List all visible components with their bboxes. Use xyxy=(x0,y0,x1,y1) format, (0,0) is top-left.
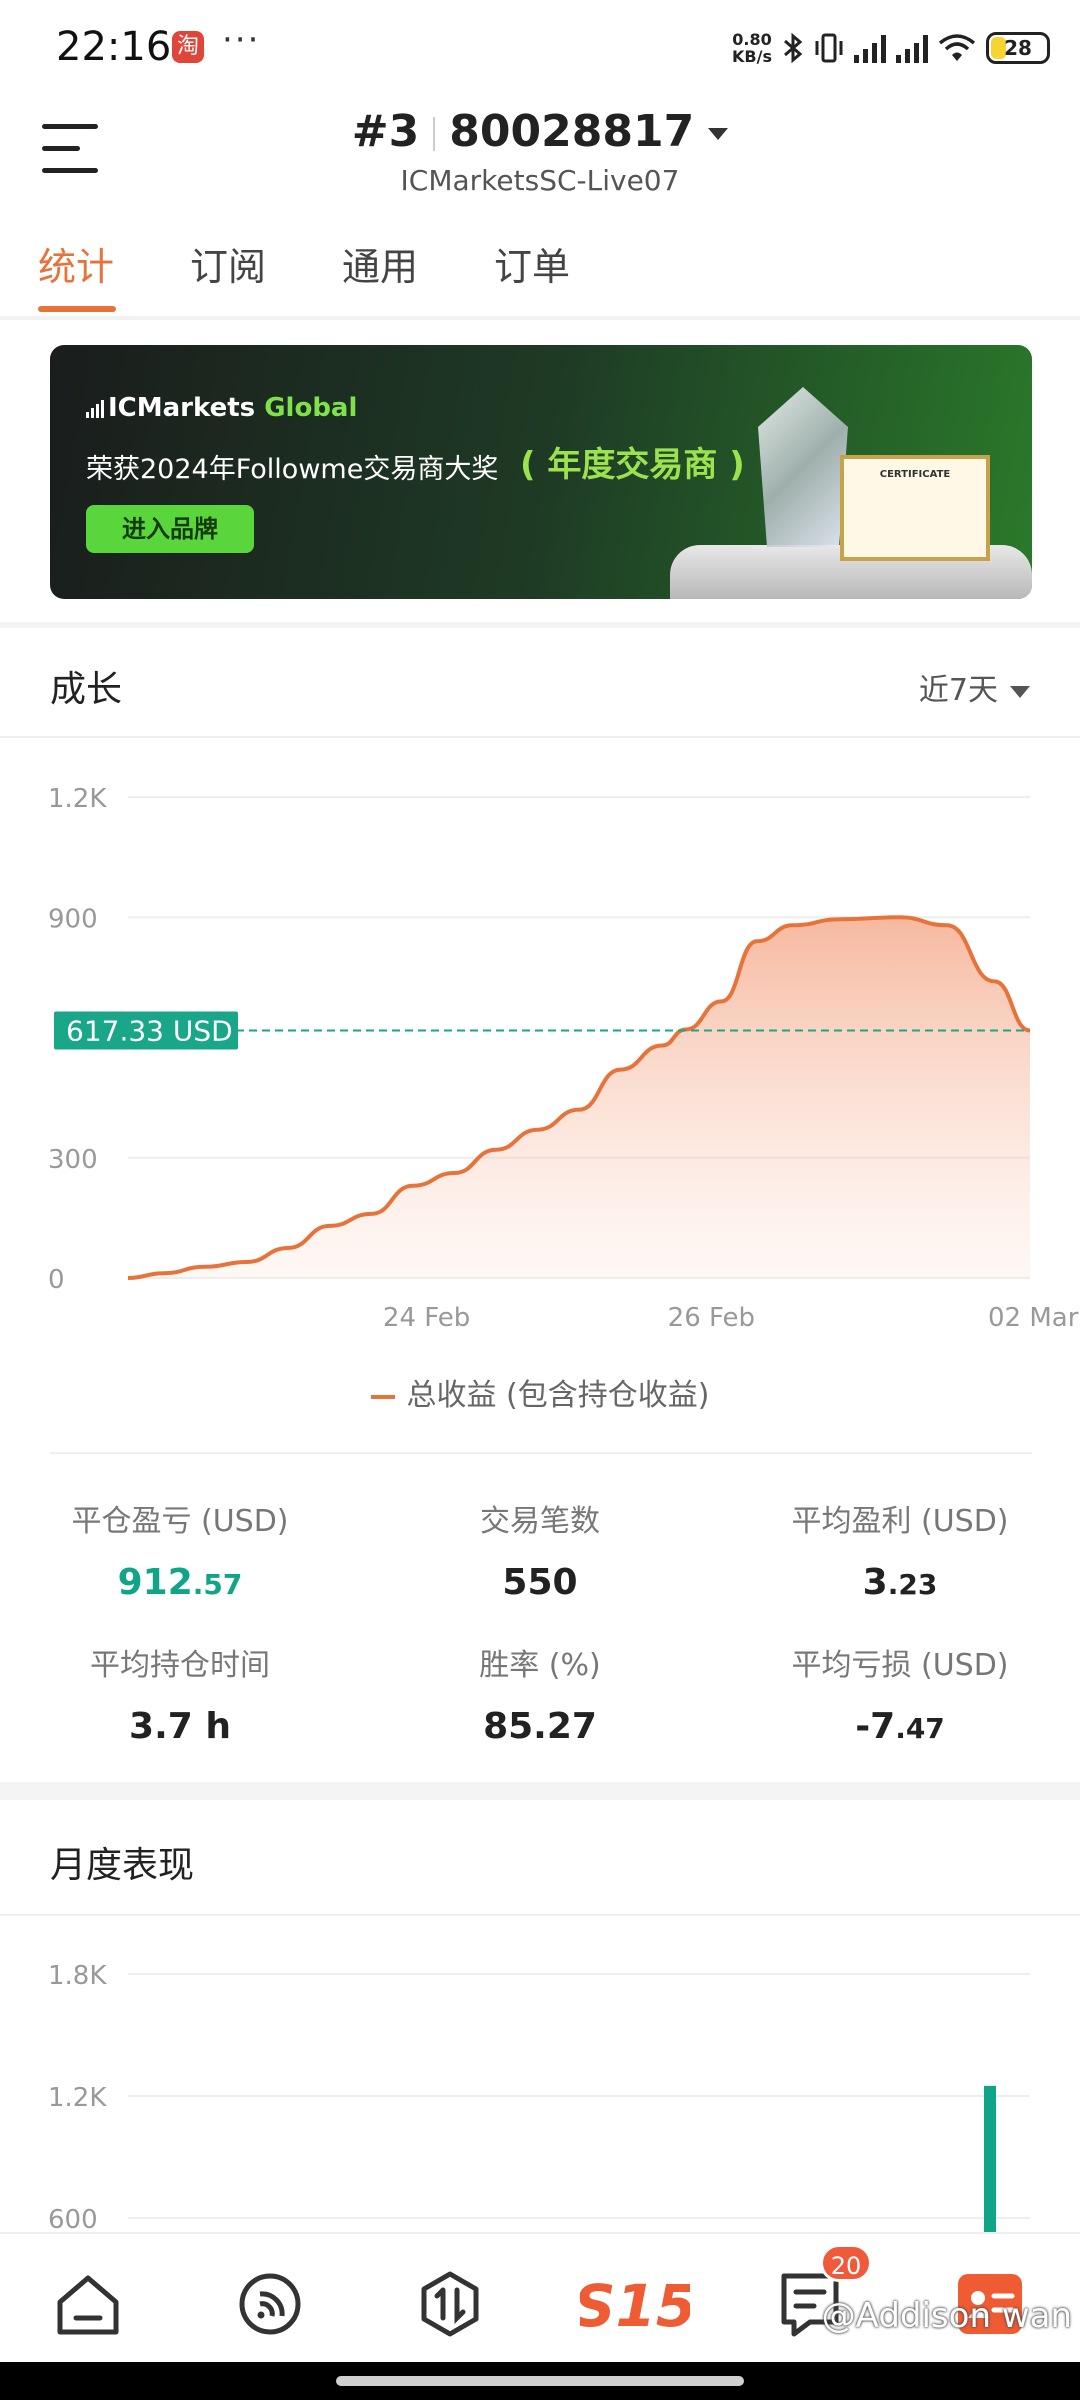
stat-value: 912.57 xyxy=(117,1562,243,1603)
signal-2-icon xyxy=(896,33,928,63)
y-tick-label: 900 xyxy=(48,904,98,934)
legend-label: 总收益 (包含持仓收益) xyxy=(406,1378,710,1413)
y-tick-label: 300 xyxy=(48,1145,98,1175)
chart-legend: 总收益 (包含持仓收益) xyxy=(0,1370,1080,1414)
growth-area xyxy=(128,917,1030,1278)
tab-subscribe[interactable]: 订阅 xyxy=(190,236,266,291)
crystal-trophy-image xyxy=(758,387,848,547)
tab-orders[interactable]: 订单 xyxy=(494,236,570,291)
dropdown-caret-icon xyxy=(708,128,729,140)
dropdown-caret-icon xyxy=(1010,685,1030,698)
current-value-label: 617.33 USD xyxy=(54,1011,238,1050)
bluetooth-icon xyxy=(784,32,803,64)
x-tick-label: 02 Mar xyxy=(988,1303,1079,1333)
server-name: ICMarketsSC-Live07 xyxy=(400,164,680,197)
logo-bars-icon xyxy=(86,400,104,418)
logo-main: Markets xyxy=(136,393,256,423)
tab-bar: 统计 订阅 通用 订单 xyxy=(0,236,1080,316)
network-speed: 0.80 KB/s xyxy=(732,31,772,65)
divider xyxy=(0,316,1080,320)
monthly-title: 月度表现 xyxy=(50,1845,195,1886)
stat-value: -7.47 xyxy=(855,1706,945,1747)
stat-label: 平仓盈亏 (USD) xyxy=(71,1504,289,1539)
taobao-notification-icon: 淘 xyxy=(172,31,204,63)
battery-icon: 28 xyxy=(986,32,1050,64)
stat-value: 550 xyxy=(502,1562,578,1603)
stat-closed-pnl: 平仓盈亏 (USD) 912.57 xyxy=(10,1496,350,1603)
tab-general[interactable]: 通用 xyxy=(342,236,418,291)
stat-label: 平均持仓时间 xyxy=(90,1648,270,1683)
y-tick-label: 600 xyxy=(48,2205,98,2232)
growth-title: 成长 xyxy=(50,669,123,710)
stat-trade-count: 交易笔数 550 xyxy=(370,1496,710,1603)
banner-award: ( 年度交易商 ) xyxy=(520,445,745,485)
period-selector[interactable]: 近7天 xyxy=(919,665,1030,709)
status-indicators: 0.80 KB/s 28 xyxy=(732,28,1050,68)
account-rank: #3 xyxy=(351,106,420,157)
stat-avg-hold-time: 平均持仓时间 3.7 h xyxy=(10,1640,350,1747)
network-speed-unit: KB/s xyxy=(732,47,772,66)
stat-win-rate: 胜率 (%) 85.27 xyxy=(370,1640,710,1747)
x-tick-label: 26 Feb xyxy=(668,1303,755,1333)
stat-value: 3.23 xyxy=(862,1562,938,1603)
account-selector[interactable]: #3 80028817 xyxy=(0,106,1080,157)
watermark: @Addison wan xyxy=(821,2296,1072,2336)
trade-icon[interactable] xyxy=(410,2264,490,2344)
banner-headline: 荣获2024年Followme交易商大奖 xyxy=(86,454,499,485)
s15-icon[interactable]: S15 xyxy=(580,2264,690,2344)
network-speed-value: 0.80 xyxy=(732,30,772,49)
y-tick-label: 1.8K xyxy=(48,1961,107,1991)
section-gap xyxy=(0,1782,1080,1800)
x-tick-label: 24 Feb xyxy=(383,1303,470,1333)
wifi-icon xyxy=(938,34,976,61)
tab-statistics[interactable]: 统计 xyxy=(38,236,114,291)
section-gap xyxy=(0,622,1080,628)
divider xyxy=(50,1452,1032,1454)
more-notifications-icon: ··· xyxy=(222,20,261,60)
svg-text:617.33 USD: 617.33 USD xyxy=(66,1015,233,1048)
stat-label: 胜率 (%) xyxy=(479,1648,601,1683)
home-gesture-bar[interactable] xyxy=(336,2376,744,2386)
monthly-bar xyxy=(984,2085,996,2232)
y-tick-label: 1.2K xyxy=(48,2083,107,2113)
legend-swatch xyxy=(370,1394,395,1399)
status-time: 22:16 xyxy=(56,24,172,70)
vibrate-icon xyxy=(815,33,843,63)
svg-text:S15: S15 xyxy=(580,2272,690,2340)
logo-prefix: IC xyxy=(108,393,137,423)
stat-value: 3.7 h xyxy=(129,1706,231,1747)
certificate-image: CERTIFICATE xyxy=(840,455,990,561)
y-tick-label: 0 xyxy=(48,1265,65,1295)
home-icon[interactable] xyxy=(48,2264,128,2344)
stat-avg-profit: 平均盈利 (USD) 3.23 xyxy=(730,1496,1070,1603)
account-number: 80028817 xyxy=(449,106,695,157)
stat-avg-loss: 平均亏损 (USD) -7.47 xyxy=(730,1640,1070,1747)
divider xyxy=(0,736,1080,738)
stat-label: 平均盈利 (USD) xyxy=(791,1504,1009,1539)
stat-value: 85.27 xyxy=(483,1706,597,1747)
signal-1-icon xyxy=(854,33,886,63)
divider xyxy=(0,1914,1080,1916)
promo-banner[interactable]: ICMarkets Global 荣获2024年Followme交易商大奖 ( … xyxy=(50,345,1032,599)
stat-label: 交易笔数 xyxy=(480,1504,600,1539)
orders-badge: 20 xyxy=(820,2244,872,2282)
monthly-chart: 1.8K 1.2K 600 xyxy=(48,1961,1030,2232)
enter-brand-button[interactable]: 进入品牌 xyxy=(86,505,254,553)
active-tab-indicator xyxy=(38,306,116,312)
laurel-left-icon: ( xyxy=(520,445,536,485)
laurel-right-icon: ) xyxy=(729,445,745,485)
logo-suffix: Global xyxy=(264,393,358,423)
period-label: 近7天 xyxy=(918,673,998,708)
y-tick-label: 1.2K xyxy=(48,784,107,814)
banner-logo: ICMarkets Global xyxy=(86,393,357,423)
growth-chart: 617.33 USD 1.2K 900 300 0 24 Feb 26 Feb 02 Mar xyxy=(48,784,1079,1333)
stat-label: 平均亏损 (USD) xyxy=(791,1648,1009,1683)
feed-icon[interactable] xyxy=(230,2264,310,2344)
